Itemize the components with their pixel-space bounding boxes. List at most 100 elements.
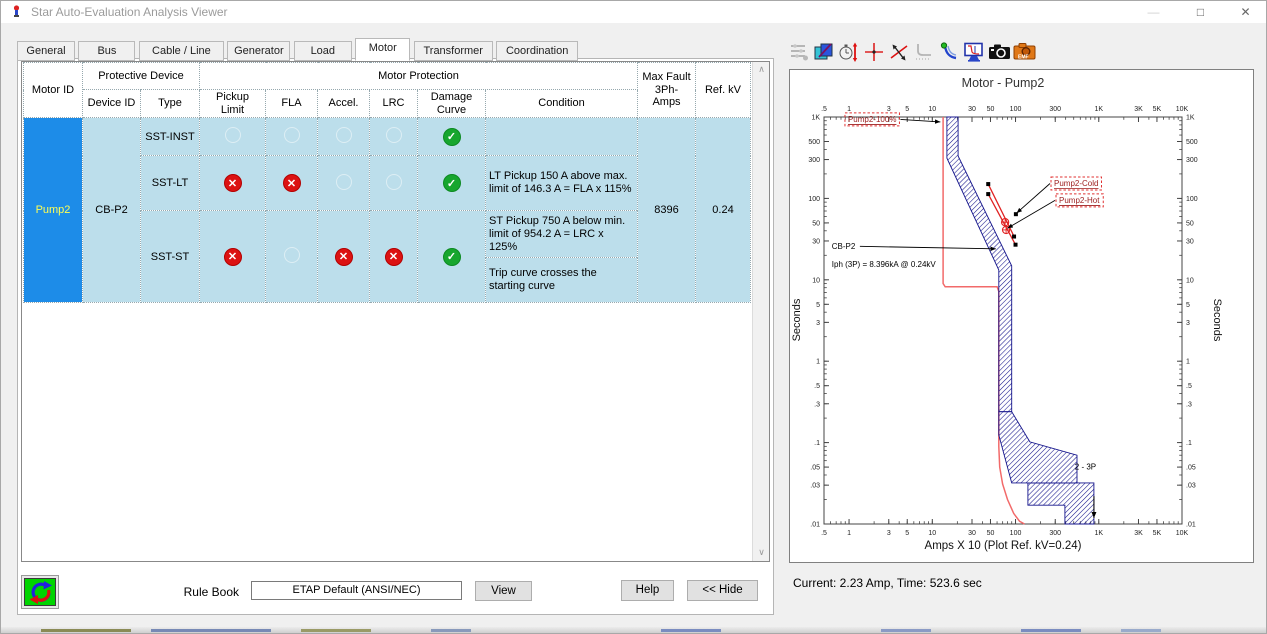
- tcc-plot-panel[interactable]: Motor - Pump2Amps X 10 (Plot Ref. kV=0.2…: [789, 69, 1254, 563]
- svg-text:300: 300: [1049, 530, 1061, 537]
- svg-text:.5: .5: [814, 383, 820, 390]
- col-header-protective-device: Protective Device: [83, 63, 200, 90]
- scroll-down-icon[interactable]: ∨: [753, 545, 770, 561]
- svg-text:.5: .5: [821, 106, 827, 113]
- cell-device-id: CB-P2: [83, 118, 141, 303]
- svg-text:Pump2-Cold: Pump2-Cold: [1054, 179, 1098, 188]
- svg-text:Motor - Pump2: Motor - Pump2: [962, 76, 1045, 90]
- svg-text:10: 10: [812, 277, 820, 284]
- svg-text:10K: 10K: [1176, 106, 1189, 113]
- tab-strip: General Bus Cable / Line Generator Load …: [17, 38, 577, 61]
- status-icon: [284, 247, 300, 263]
- svg-text:.3: .3: [1186, 401, 1192, 408]
- svg-text:10: 10: [928, 530, 936, 537]
- cell-lrc: ✕: [370, 211, 418, 303]
- svg-text:Iph (3P) = 8.396kA @ 0.24kV: Iph (3P) = 8.396kA @ 0.24kV: [832, 260, 937, 269]
- cell-accel: ✕: [318, 211, 370, 303]
- cell-condition-2: Trip curve crosses the starting curve: [486, 258, 638, 303]
- tab-load[interactable]: Load: [294, 41, 352, 61]
- pan-window-icon[interactable]: [812, 40, 836, 63]
- status-icon: ✓: [443, 128, 461, 146]
- status-icon: [386, 174, 402, 190]
- svg-text:Seconds: Seconds: [791, 298, 803, 341]
- table-row[interactable]: Pump2 CB-P2 SST-INST ✓ 8396 0.24: [24, 118, 751, 156]
- svg-text:10: 10: [1186, 277, 1194, 284]
- tab-motor[interactable]: Motor: [355, 38, 410, 61]
- view-button[interactable]: View: [475, 581, 532, 601]
- cell-pickup-limit: ✕: [200, 156, 266, 211]
- svg-text:50: 50: [1186, 220, 1194, 227]
- hide-button[interactable]: << Hide: [687, 580, 758, 601]
- tab-general[interactable]: General: [17, 41, 75, 61]
- cell-accel: [318, 156, 370, 211]
- status-icon: ✕: [224, 174, 242, 192]
- cell-fla: ✕: [266, 156, 318, 211]
- rule-book-label: Rule Book: [181, 585, 239, 599]
- svg-text:Seconds: Seconds: [1211, 299, 1223, 342]
- capture-image-icon[interactable]: [987, 40, 1011, 63]
- cell-damage-curve: ✓: [418, 211, 486, 303]
- status-icon: [336, 127, 352, 143]
- svg-text:100: 100: [1010, 530, 1022, 537]
- tab-generator[interactable]: Generator: [227, 41, 290, 61]
- svg-text:50: 50: [812, 220, 820, 227]
- svg-text:100: 100: [1010, 106, 1022, 113]
- svg-text:5K: 5K: [1153, 530, 1162, 537]
- status-icon: ✓: [443, 174, 461, 192]
- close-icon[interactable]: ✕: [1223, 1, 1267, 23]
- maximize-icon[interactable]: □: [1178, 1, 1223, 23]
- svg-text:1: 1: [847, 530, 851, 537]
- svg-text:3K: 3K: [1134, 106, 1143, 113]
- minimize-icon[interactable]: —: [1131, 1, 1176, 23]
- tab-cable-line[interactable]: Cable / Line: [139, 41, 224, 61]
- svg-text:1: 1: [847, 106, 851, 113]
- capture-curve-icon[interactable]: [912, 40, 936, 63]
- time-interval-icon[interactable]: [837, 40, 861, 63]
- svg-text:EMF: EMF: [1018, 54, 1029, 60]
- status-icon: [284, 127, 300, 143]
- svg-text:5: 5: [816, 302, 820, 309]
- display-options-icon[interactable]: [787, 40, 811, 63]
- col-header-lrc: LRC: [370, 90, 418, 118]
- tab-coordination[interactable]: Coordination: [496, 41, 578, 61]
- svg-text:1: 1: [816, 359, 820, 366]
- cell-fla: [266, 118, 318, 156]
- cell-condition: LT Pickup 150 A above max. limit of 146.…: [486, 156, 638, 211]
- cell-ref-kv: 0.24: [696, 118, 751, 303]
- svg-text:30: 30: [1186, 238, 1194, 245]
- svg-text:50: 50: [987, 530, 995, 537]
- svg-text:30: 30: [812, 238, 820, 245]
- svg-text:300: 300: [1049, 106, 1061, 113]
- col-header-pickup-limit: Pickup Limit: [200, 90, 266, 118]
- status-icon: ✕: [385, 248, 403, 266]
- help-button[interactable]: Help: [621, 580, 674, 601]
- col-header-damage-curve: Damage Curve: [418, 90, 486, 118]
- tab-bus[interactable]: Bus: [78, 41, 135, 61]
- svg-text:.1: .1: [814, 440, 820, 447]
- add-curve-icon[interactable]: [937, 40, 961, 63]
- scroll-up-icon[interactable]: ∧: [753, 62, 770, 78]
- cell-lrc: [370, 118, 418, 156]
- slope-measure-icon[interactable]: [887, 40, 911, 63]
- svg-text:1K: 1K: [1094, 106, 1103, 113]
- cell-motor-id: Pump2: [24, 118, 83, 303]
- col-header-condition: Condition: [486, 90, 638, 118]
- svg-text:3: 3: [816, 320, 820, 327]
- svg-text:3: 3: [1186, 320, 1190, 327]
- svg-text:.05: .05: [810, 465, 820, 472]
- cell-fla: [266, 211, 318, 303]
- cell-damage-curve: ✓: [418, 118, 486, 156]
- status-icon: ✕: [283, 174, 301, 192]
- cell-condition: ST Pickup 750 A below min. limit of 954.…: [486, 211, 638, 258]
- tab-transformer[interactable]: Transformer: [414, 41, 493, 61]
- window-title: Star Auto-Evaluation Analysis Viewer: [31, 5, 228, 19]
- table-scrollbar[interactable]: ∧ ∨: [752, 62, 769, 561]
- crosshair-icon[interactable]: [862, 40, 886, 63]
- tcc-plot: Motor - Pump2Amps X 10 (Plot Ref. kV=0.2…: [790, 70, 1253, 567]
- capture-emf-icon[interactable]: EMF: [1012, 40, 1036, 63]
- svg-text:5: 5: [905, 530, 909, 537]
- refresh-button[interactable]: [21, 575, 59, 609]
- results-table: Motor ID Protective Device Motor Protect…: [23, 62, 751, 303]
- app-window: Star Auto-Evaluation Analysis Viewer — □…: [0, 0, 1267, 634]
- plot-display-icon[interactable]: [962, 40, 986, 63]
